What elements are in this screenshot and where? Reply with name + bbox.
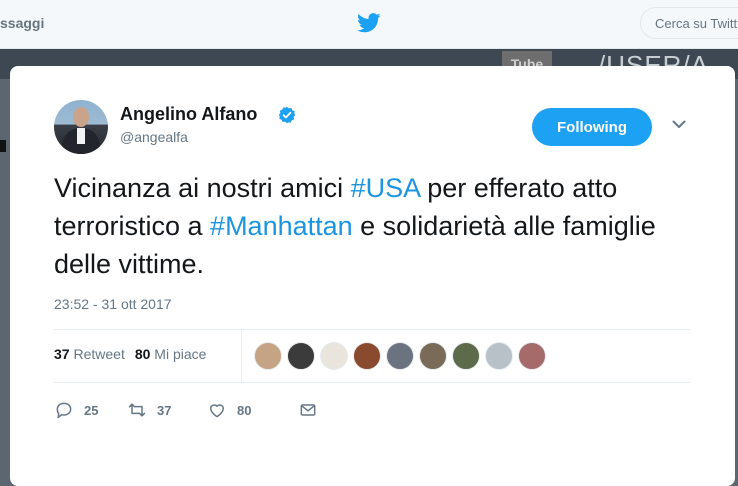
liker-avatar[interactable] [485, 342, 513, 370]
hashtag-link[interactable]: #Manhattan [210, 211, 353, 241]
liker-avatar[interactable] [386, 342, 414, 370]
verified-badge-icon [278, 106, 296, 124]
avatar-head [73, 107, 89, 127]
tweet-timestamp[interactable]: 23:52 - 31 ott 2017 [54, 296, 172, 312]
tweet-actions: 25 37 80 [54, 398, 454, 422]
reply-count: 25 [84, 402, 99, 418]
like-count: 80 [237, 402, 252, 418]
search-placeholder: Cerca su Twitt [655, 16, 738, 31]
chevron-down-icon[interactable] [672, 120, 686, 129]
likes-count: 80 [134, 346, 151, 362]
likes-stat[interactable]: 80 Mi piace [135, 346, 207, 362]
divider [54, 382, 690, 383]
reply-button[interactable]: 25 [54, 398, 98, 422]
reply-icon [56, 402, 72, 419]
messages-nav-label[interactable]: ssaggi [0, 15, 44, 31]
retweets-stat[interactable]: 37 Retweet [54, 346, 125, 362]
top-nav-bar: ssaggi Cerca su Twitt [0, 0, 738, 49]
liker-avatar[interactable] [419, 342, 447, 370]
author-handle[interactable]: @angealfa [120, 129, 188, 145]
likes-label: Mi piace [154, 346, 207, 362]
retweets-label: Retweet [73, 346, 125, 362]
retweet-count: 37 [157, 402, 172, 418]
hashtag-link[interactable]: #USA [351, 173, 420, 203]
heart-icon [210, 404, 224, 418]
tweet-text: Vicinanza ai nostri amici #USA per effer… [54, 169, 694, 283]
retweet-button[interactable]: 37 [127, 398, 171, 422]
author-name[interactable]: Angelino Alfano [120, 104, 257, 125]
message-button[interactable] [298, 398, 328, 422]
author-avatar[interactable] [54, 100, 108, 154]
stats-separator [241, 330, 242, 382]
avatar-shirt [77, 128, 85, 144]
tweet-text-part: Vicinanza ai nostri amici [54, 173, 351, 203]
background-edge-mark [0, 140, 6, 152]
tweet-modal: Angelino Alfano @angealfa Following Vici… [10, 66, 735, 486]
envelope-icon [300, 404, 316, 416]
divider [54, 329, 690, 330]
search-input[interactable]: Cerca su Twitt [640, 7, 738, 39]
liker-avatar[interactable] [254, 342, 282, 370]
following-button[interactable]: Following [532, 108, 652, 146]
retweet-icon [128, 403, 146, 417]
liker-avatar[interactable] [287, 342, 315, 370]
liker-avatar[interactable] [452, 342, 480, 370]
like-button[interactable]: 80 [207, 398, 251, 422]
liker-avatar[interactable] [353, 342, 381, 370]
liker-avatar[interactable] [518, 342, 546, 370]
twitter-bird-icon[interactable] [357, 12, 381, 34]
retweets-count: 37 [54, 346, 70, 362]
tweet-stats: 37 Retweet 80 Mi piace [54, 346, 206, 362]
liker-avatar[interactable] [320, 342, 348, 370]
